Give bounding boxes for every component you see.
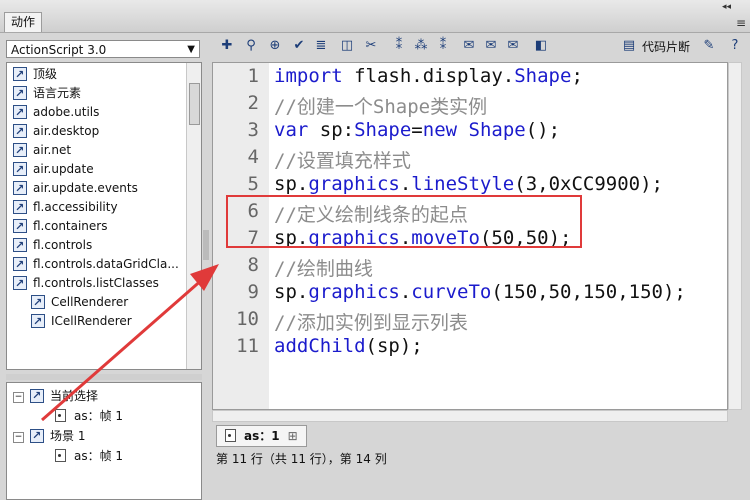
status-bar: 第 11 行（共 11 行），第 14 列 xyxy=(216,452,387,466)
annotation-arrow xyxy=(41,264,219,422)
pin-script-icon[interactable]: ⊞ xyxy=(288,429,298,443)
script-file-icon xyxy=(225,429,236,442)
script-tab[interactable]: as：1 ⊞ xyxy=(216,425,307,447)
editor-horizontal-scrollbar[interactable] xyxy=(212,410,728,422)
script-tab-label: as：1 xyxy=(244,429,280,443)
editor-vertical-scrollbar[interactable] xyxy=(728,62,742,410)
arrow-line xyxy=(41,276,205,422)
